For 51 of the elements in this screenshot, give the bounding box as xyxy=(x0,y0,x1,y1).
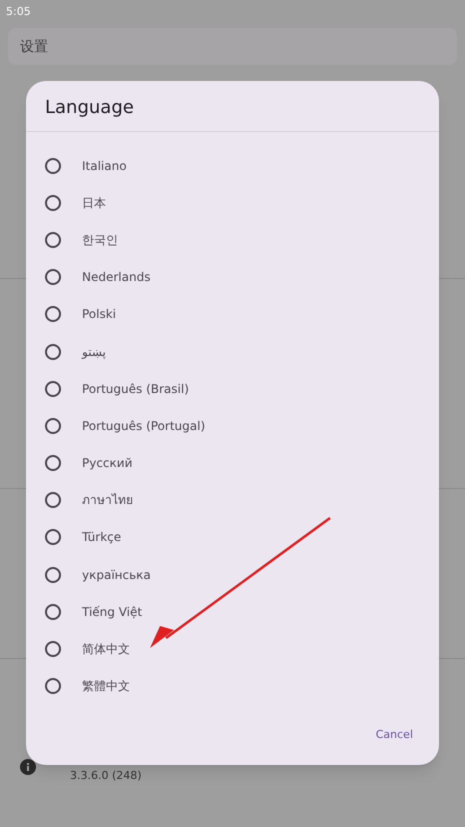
language-option[interactable]: ภาษาไทย xyxy=(26,482,439,519)
language-option[interactable]: 繁體中文 xyxy=(26,668,439,705)
language-label: Русский xyxy=(82,455,132,472)
language-label: 简体中文 xyxy=(82,641,130,658)
language-option[interactable]: Italiano xyxy=(26,147,439,184)
language-label: українська xyxy=(82,566,151,584)
language-option[interactable]: 简体中文 xyxy=(26,630,439,668)
language-label: Italiano xyxy=(82,158,127,175)
language-option[interactable]: українська xyxy=(26,556,439,594)
language-option[interactable]: Português (Portugal) xyxy=(26,407,439,444)
radio-button[interactable] xyxy=(45,232,61,248)
language-label: Tiếng Việt xyxy=(82,604,142,621)
radio-button[interactable] xyxy=(45,492,61,508)
dialog-title: Language xyxy=(45,96,134,120)
radio-button[interactable] xyxy=(45,529,61,546)
language-option[interactable]: Русский xyxy=(26,444,439,482)
search-field[interactable]: 设置 xyxy=(8,28,457,65)
language-label: Nederlands xyxy=(82,269,150,286)
language-label: پښتو xyxy=(82,344,106,361)
radio-button[interactable] xyxy=(45,306,61,322)
language-option[interactable]: Polski xyxy=(26,296,439,333)
radio-button[interactable] xyxy=(45,344,61,360)
language-label: Português (Portugal) xyxy=(82,418,206,435)
language-label: 繁體中文 xyxy=(82,678,130,696)
language-label: Português (Brasil) xyxy=(82,380,189,398)
radio-button[interactable] xyxy=(45,269,61,286)
radio-button[interactable] xyxy=(45,566,61,583)
cancel-button[interactable]: Cancel xyxy=(370,722,419,747)
radio-button[interactable] xyxy=(45,604,61,620)
language-label: ภาษาไทย xyxy=(82,492,133,510)
radio-button[interactable] xyxy=(45,194,61,211)
info-icon xyxy=(20,759,36,775)
radio-button[interactable] xyxy=(45,678,61,694)
language-option[interactable]: 日本 xyxy=(26,184,439,222)
language-label: Polski xyxy=(82,306,116,324)
language-label: 한국인 xyxy=(82,232,118,249)
radio-button[interactable] xyxy=(45,418,61,434)
language-option[interactable]: پښتو xyxy=(26,332,439,370)
language-option[interactable]: 한국인 xyxy=(26,221,439,259)
radio-button[interactable] xyxy=(45,455,61,472)
language-label: Türkçe xyxy=(82,529,122,546)
language-label: 日本 xyxy=(82,194,106,212)
language-option[interactable]: Tiếng Việt xyxy=(26,593,439,630)
language-option[interactable]: Nederlands xyxy=(26,258,439,296)
language-option[interactable]: Türkçe xyxy=(26,518,439,556)
radio-button[interactable] xyxy=(45,641,61,658)
language-option[interactable]: Português (Brasil) xyxy=(26,370,439,408)
radio-button[interactable] xyxy=(45,380,61,397)
status-time: 5:05 xyxy=(6,4,31,20)
radio-button[interactable] xyxy=(45,158,61,174)
version-text: 3.3.6.0 (248) xyxy=(70,768,142,784)
